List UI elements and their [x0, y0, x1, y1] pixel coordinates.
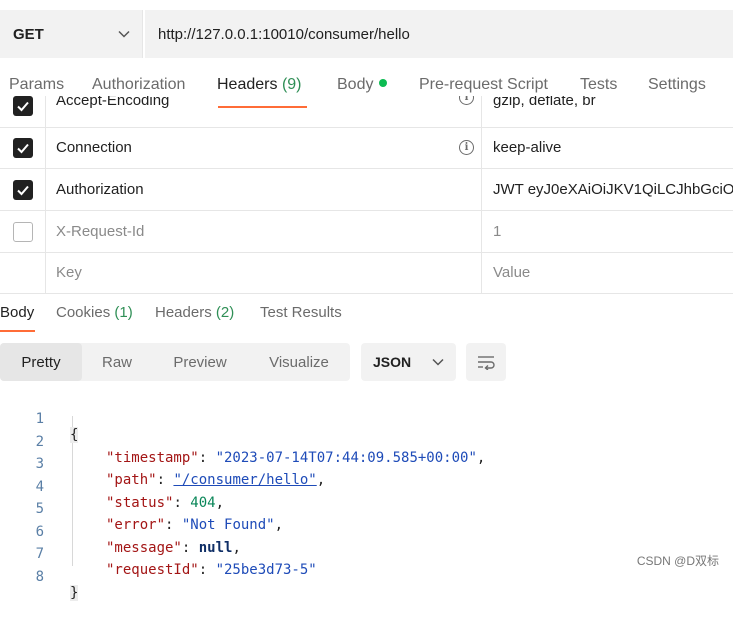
row-checkbox-cell: [0, 96, 46, 127]
tab-body[interactable]: Body: [337, 76, 388, 94]
row-checkbox[interactable]: [12, 137, 33, 158]
tab-headers-count: (9): [281, 76, 302, 93]
response-tabs: Body Cookies (1) Headers (2) Test Result…: [0, 300, 733, 334]
header-value[interactable]: JWT eyJ0eXAiOiJKV1QiLCJhbGciOi: [493, 169, 733, 210]
code-line: 2 "timestamp": "2023-07-14T07:44:09.585+…: [0, 418, 733, 466]
wrap-lines-icon: [478, 356, 495, 370]
tab-settings[interactable]: Settings: [648, 76, 706, 94]
row-checkbox[interactable]: [12, 221, 33, 242]
header-value[interactable]: 1: [493, 211, 733, 252]
check-icon: [16, 185, 29, 195]
row-checkbox[interactable]: [12, 96, 33, 116]
header-value[interactable]: keep-alive: [493, 127, 733, 168]
row-checkbox-cell: [0, 169, 46, 210]
header-value[interactable]: gzip, deflate, br: [493, 96, 733, 123]
tab-cookies-count: (1): [114, 304, 133, 321]
pretty-button[interactable]: Pretty: [0, 343, 82, 381]
info-icon-cell: i: [459, 127, 474, 168]
key-placeholder[interactable]: Key: [56, 252, 82, 293]
row-checkbox-cell: [0, 127, 46, 168]
format-select[interactable]: JSON: [361, 343, 456, 381]
watermark: CSDN @D双标: [636, 554, 719, 568]
row-checkbox-cell: [0, 252, 46, 293]
header-key[interactable]: Accept-Encoding: [56, 96, 169, 123]
tab-tests[interactable]: Tests: [580, 76, 617, 94]
code-line: 8 }: [0, 553, 733, 601]
column-divider: [481, 211, 482, 252]
visualize-button[interactable]: Visualize: [256, 343, 342, 381]
column-divider: [481, 169, 482, 210]
close-brace: }: [70, 584, 79, 601]
row-checkbox[interactable]: [12, 179, 33, 200]
column-divider: [481, 96, 482, 127]
header-key[interactable]: Authorization: [56, 169, 144, 210]
chevron-down-icon: [432, 358, 444, 366]
active-response-tab-indicator: [0, 330, 35, 332]
tab-response-headers[interactable]: Headers (2): [155, 304, 234, 321]
preview-button[interactable]: Preview: [160, 343, 240, 381]
code-line: 3 "path": "/consumer/hello",: [0, 440, 733, 488]
code-line: 1 {: [0, 395, 733, 443]
code-line: 4 "status": 404,: [0, 463, 733, 511]
table-row: Connection i keep-alive: [0, 127, 733, 169]
tab-authorization[interactable]: Authorization: [92, 76, 185, 94]
method-label: GET: [13, 25, 44, 43]
info-icon-cell: i: [459, 96, 474, 121]
tab-response-headers-count: (2): [215, 304, 235, 321]
tab-headers-label: Headers: [217, 76, 278, 93]
table-row-new: Key Value: [0, 252, 733, 294]
wrap-lines-button[interactable]: [466, 343, 506, 381]
format-label: JSON: [373, 354, 412, 370]
tab-response-headers-label: Headers: [155, 304, 212, 321]
column-divider: [481, 252, 482, 293]
table-row: Authorization JWT eyJ0eXAiOiJKV1QiLCJhbG…: [0, 169, 733, 211]
code-line: 5 "error": "Not Found",: [0, 485, 733, 533]
info-icon[interactable]: i: [459, 96, 474, 105]
header-key[interactable]: Connection: [56, 127, 132, 168]
tab-prerequest-script[interactable]: Pre-request Script: [419, 76, 548, 94]
table-row: X-Request-Id 1: [0, 211, 733, 253]
check-icon: [16, 143, 29, 153]
check-icon: [16, 101, 29, 111]
info-icon[interactable]: i: [459, 140, 474, 155]
tab-response-body[interactable]: Body: [0, 304, 34, 321]
code-line: 6 "message": null,: [0, 508, 733, 556]
request-bar: GET http://127.0.0.1:10010/consumer/hell…: [0, 10, 733, 58]
header-key[interactable]: X-Request-Id: [56, 211, 144, 252]
row-checkbox-cell: [0, 211, 46, 252]
line-number: 8: [35, 568, 44, 585]
tab-test-results[interactable]: Test Results: [260, 304, 342, 321]
code-line: 7 "requestId": "25be3d73-5": [0, 530, 733, 578]
tab-cookies[interactable]: Cookies (1): [56, 304, 133, 321]
raw-button[interactable]: Raw: [88, 343, 146, 381]
tab-cookies-label: Cookies: [56, 304, 111, 321]
chevron-down-icon: [118, 30, 130, 38]
column-divider: [481, 127, 482, 168]
tab-params[interactable]: Params: [9, 76, 64, 94]
table-row: Accept-Encoding i gzip, deflate, br: [0, 96, 733, 128]
value-placeholder[interactable]: Value: [493, 252, 733, 293]
view-mode-segmented: Pretty Raw Preview Visualize: [0, 343, 350, 381]
tab-headers[interactable]: Headers (9): [217, 76, 302, 94]
method-select[interactable]: GET: [0, 10, 143, 58]
body-indicator-dot: [379, 79, 388, 87]
url-input[interactable]: http://127.0.0.1:10010/consumer/hello: [145, 10, 733, 58]
tab-body-label: Body: [337, 76, 374, 93]
